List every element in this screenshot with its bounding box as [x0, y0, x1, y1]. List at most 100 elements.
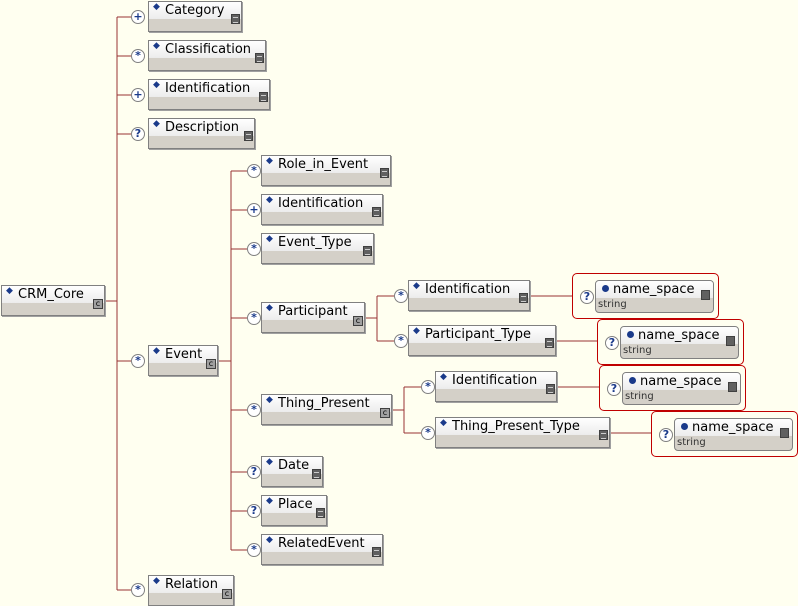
element-event-type[interactable]: Event_Type	[261, 231, 374, 264]
element-label: Thing_Present_Type	[452, 419, 580, 434]
cardinality-icon: *	[131, 354, 145, 368]
attribute-type: string	[677, 437, 706, 448]
element-label: Date	[278, 458, 310, 473]
attributes-group: ? name_space string	[572, 273, 719, 319]
element-thing-present[interactable]: Thing_Presentc	[261, 392, 392, 425]
element-label: Identification	[452, 373, 538, 388]
cardinality-icon: *	[247, 543, 261, 557]
cardinality-icon: *	[247, 403, 261, 417]
element-label: Thing_Present	[278, 396, 370, 411]
element-participant-identification[interactable]: Identification	[408, 278, 530, 311]
element-crm-core[interactable]: CRM_Corec	[1, 283, 105, 316]
attribute-label: name_space	[623, 373, 740, 390]
sequence-compositor-icon[interactable]: c	[380, 408, 390, 418]
cardinality-icon: ?	[247, 465, 261, 479]
sequence-compositor-icon[interactable]: c	[222, 589, 232, 599]
cardinality-icon: +	[131, 10, 145, 24]
documentation-icon	[259, 92, 268, 102]
sequence-compositor-icon[interactable]: c	[93, 299, 103, 309]
documentation-icon	[255, 53, 264, 63]
documentation-icon	[599, 430, 608, 440]
element-label: Identification	[425, 282, 511, 297]
element-label: Category	[165, 3, 225, 18]
attribute-label: name_space	[675, 419, 792, 436]
element-label: Description	[165, 120, 240, 135]
documentation-icon	[231, 14, 240, 24]
element-label: Relation	[165, 577, 218, 592]
optional-icon: ?	[659, 428, 673, 442]
element-label: Place	[278, 497, 313, 512]
documentation-icon	[380, 168, 389, 178]
element-place[interactable]: Place	[261, 493, 327, 526]
documentation-icon	[780, 428, 789, 438]
documentation-icon	[372, 207, 381, 217]
element-related-event[interactable]: RelatedEvent	[261, 532, 383, 565]
element-label: Identification	[165, 81, 251, 96]
element-label: Event	[165, 347, 203, 362]
documentation-icon	[312, 469, 321, 479]
documentation-icon	[363, 246, 372, 256]
cardinality-icon: *	[247, 164, 261, 178]
documentation-icon	[546, 384, 555, 394]
element-event[interactable]: Eventc	[148, 343, 218, 376]
documentation-icon	[244, 131, 253, 141]
cardinality-icon: *	[421, 380, 435, 394]
documentation-icon	[545, 338, 554, 348]
documentation-icon	[519, 293, 528, 303]
attribute-label: name_space	[621, 327, 738, 344]
element-event-identification[interactable]: Identification	[261, 192, 383, 225]
attributes-group: ? name_space string	[597, 319, 744, 365]
element-label: Participant_Type	[425, 327, 531, 342]
cardinality-icon: +	[131, 88, 145, 102]
element-label: CRM_Core	[18, 287, 84, 302]
element-label: Event_Type	[278, 235, 352, 250]
element-label: Participant	[278, 304, 348, 319]
cardinality-icon: *	[131, 49, 145, 63]
cardinality-icon: *	[247, 311, 261, 325]
attribute-type: string	[623, 345, 652, 356]
attribute-name-space[interactable]: name_space string	[595, 280, 714, 313]
element-label: RelatedEvent	[278, 536, 365, 551]
element-relation[interactable]: Relation c	[148, 573, 234, 606]
optional-icon: ?	[607, 382, 621, 396]
documentation-icon	[701, 290, 710, 300]
documentation-icon	[372, 547, 381, 557]
cardinality-icon: *	[394, 334, 408, 348]
cardinality-icon: *	[131, 583, 145, 597]
element-thing-present-type[interactable]: Thing_Present_Type	[435, 415, 610, 448]
attribute-name-space[interactable]: name_space string	[622, 372, 741, 405]
attribute-name-space[interactable]: name_space string	[674, 418, 793, 451]
element-identification[interactable]: Identification	[148, 77, 270, 110]
cardinality-icon: +	[247, 203, 261, 217]
element-participant[interactable]: Participant c	[261, 300, 365, 333]
element-classification[interactable]: Classification	[148, 38, 266, 71]
element-date[interactable]: Date	[261, 454, 323, 487]
element-label: Role_in_Event	[278, 157, 369, 172]
sequence-compositor-icon[interactable]: c	[206, 359, 216, 369]
optional-icon: ?	[605, 336, 619, 350]
cardinality-icon: *	[394, 289, 408, 303]
documentation-icon	[316, 508, 325, 518]
element-role-in-event[interactable]: Role_in_Event	[261, 153, 391, 186]
schema-diagram: CRM_Corec + Category * Classification + …	[0, 0, 798, 606]
element-label: Classification	[165, 42, 252, 57]
attribute-label: name_space	[596, 281, 713, 298]
attribute-name-space[interactable]: name_space string	[620, 326, 739, 359]
cardinality-icon: *	[247, 242, 261, 256]
element-participant-type[interactable]: Participant_Type	[408, 323, 556, 356]
element-description[interactable]: Description	[148, 116, 255, 149]
attributes-group: ? name_space string	[651, 411, 798, 457]
cardinality-icon: ?	[247, 504, 261, 518]
cardinality-icon: *	[421, 426, 435, 440]
documentation-icon	[728, 382, 737, 392]
element-label: Identification	[278, 196, 364, 211]
sequence-compositor-icon[interactable]: c	[353, 316, 363, 326]
attributes-group: ? name_space string	[599, 365, 746, 411]
documentation-icon	[726, 336, 735, 346]
attribute-type: string	[598, 299, 627, 310]
attribute-type: string	[625, 391, 654, 402]
element-thing-identification[interactable]: Identification	[435, 369, 557, 402]
optional-icon: ?	[580, 290, 594, 304]
element-category[interactable]: Category	[148, 0, 242, 32]
cardinality-icon: ?	[131, 127, 145, 141]
